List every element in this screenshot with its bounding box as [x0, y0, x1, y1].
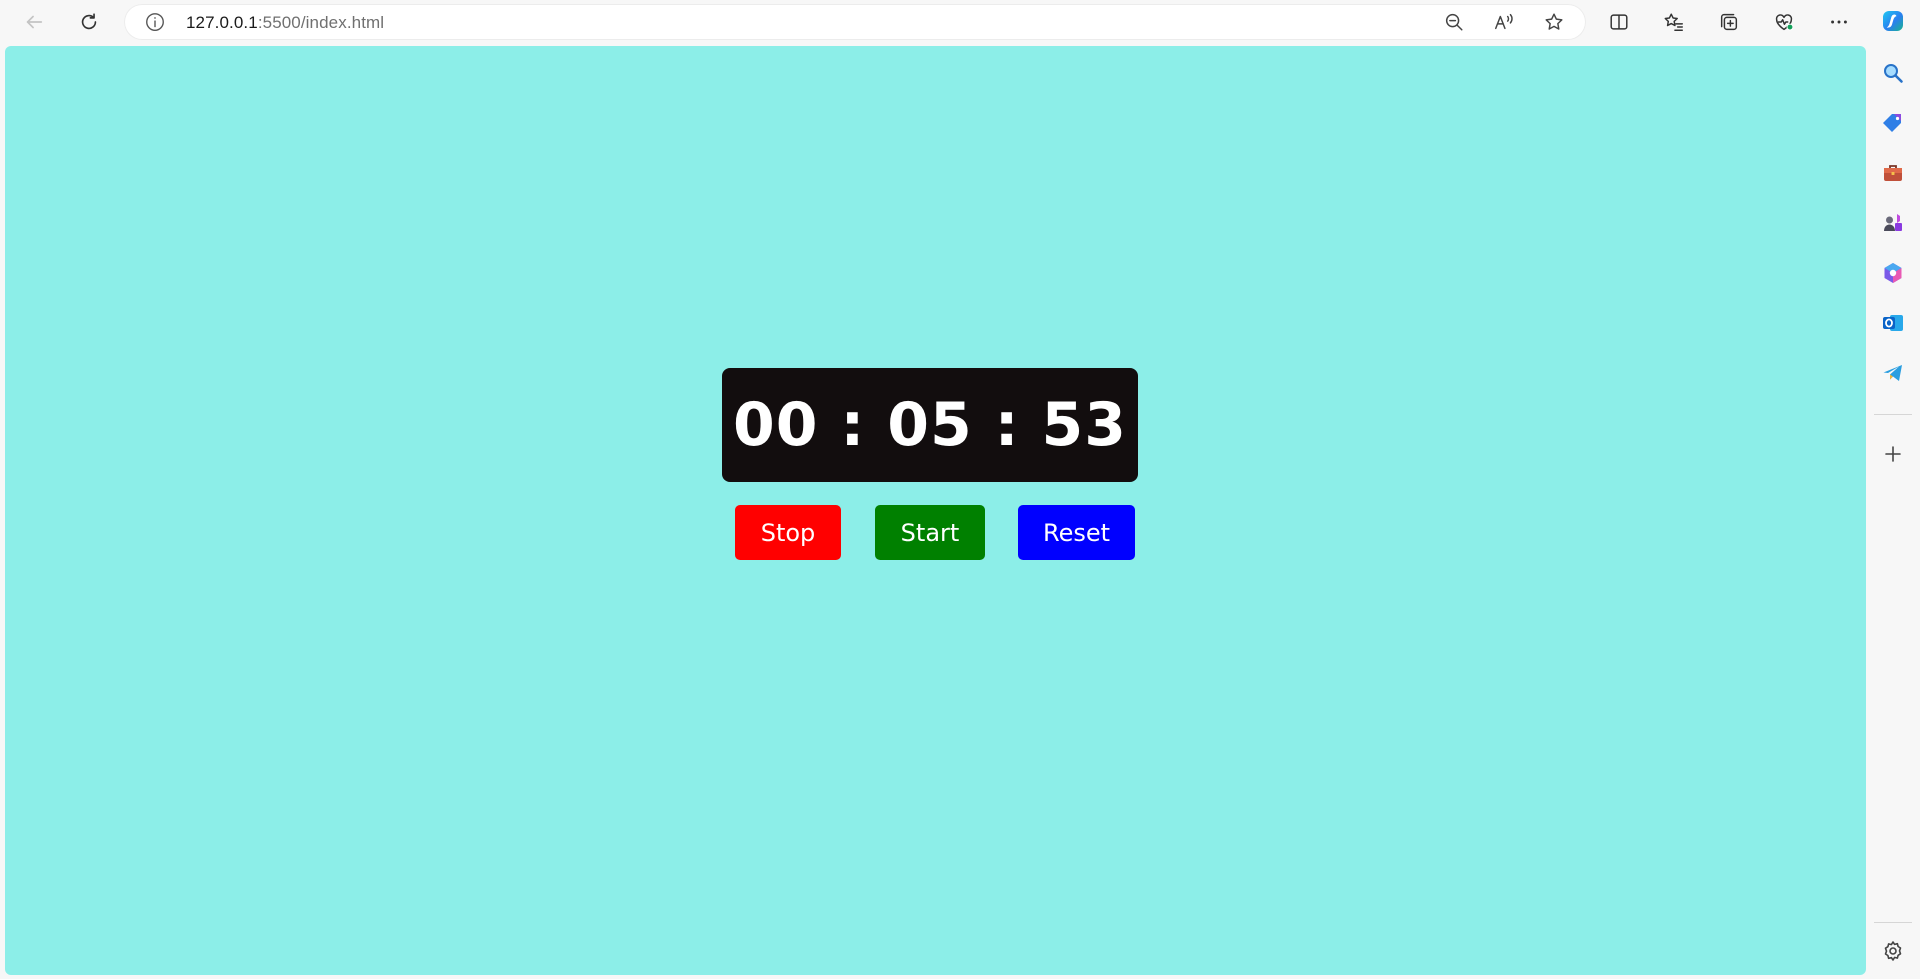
browser-sidebar — [1866, 0, 1920, 979]
search-icon[interactable] — [1879, 59, 1907, 87]
browser-essentials-icon[interactable] — [1766, 4, 1802, 40]
browser-toolbar: 127.0.0.1:5500/index.html — [0, 0, 1920, 44]
stop-button[interactable]: Stop — [735, 505, 841, 560]
back-icon[interactable] — [16, 4, 52, 40]
address-bar[interactable]: 127.0.0.1:5500/index.html — [124, 4, 1586, 40]
sidebar-separator — [1874, 414, 1912, 415]
microsoft365-icon[interactable] — [1879, 259, 1907, 287]
stopwatch-display: 00 : 05 : 53 — [722, 368, 1138, 482]
refresh-icon[interactable] — [71, 4, 107, 40]
reset-button[interactable]: Reset — [1018, 505, 1135, 560]
split-screen-icon[interactable] — [1601, 4, 1637, 40]
add-icon[interactable] — [1879, 440, 1907, 468]
games-icon[interactable] — [1879, 209, 1907, 237]
outlook-icon[interactable] — [1879, 309, 1907, 337]
zoom-out-icon[interactable] — [1441, 9, 1467, 35]
url-host: 127.0.0.1 — [186, 13, 258, 32]
favorites-icon[interactable] — [1656, 4, 1692, 40]
shopping-tag-icon[interactable] — [1879, 109, 1907, 137]
sidebar-separator-bottom — [1874, 922, 1912, 923]
telegram-icon[interactable] — [1879, 359, 1907, 387]
url-text: 127.0.0.1:5500/index.html — [186, 13, 384, 33]
read-aloud-icon[interactable] — [1491, 9, 1517, 35]
url-path: :5500/index.html — [257, 13, 385, 32]
info-icon[interactable] — [144, 11, 166, 33]
copilot-icon[interactable] — [1879, 7, 1907, 35]
tools-briefcase-icon[interactable] — [1879, 159, 1907, 187]
more-menu-icon[interactable] — [1821, 4, 1857, 40]
start-button[interactable]: Start — [875, 505, 985, 560]
stopwatch-time: 00 : 05 : 53 — [732, 390, 1128, 460]
favorite-star-icon[interactable] — [1541, 9, 1567, 35]
collections-icon[interactable] — [1711, 4, 1747, 40]
settings-icon[interactable] — [1879, 937, 1907, 965]
